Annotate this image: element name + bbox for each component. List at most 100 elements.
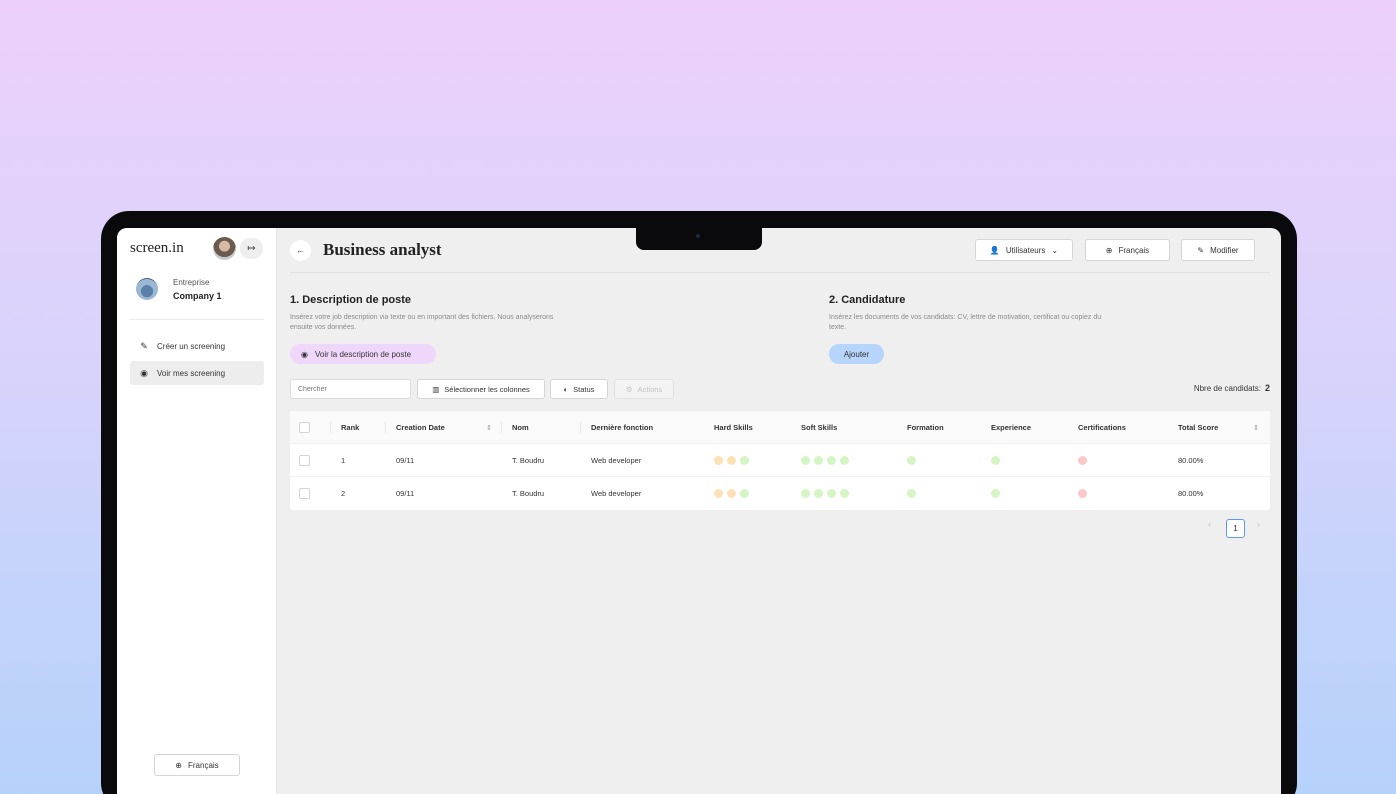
search-input[interactable] <box>290 379 411 399</box>
column-header-formation[interactable]: Formation <box>907 411 944 444</box>
section-description: Insérez les documents de vos candidats: … <box>829 313 1101 333</box>
eye-icon: ◉ <box>140 367 148 378</box>
sidebar-item-my-screenings[interactable]: ◉ Voir mes screening <box>130 361 264 385</box>
cell-total-score: 80.00% <box>1178 489 1204 498</box>
soft-skills-indicator <box>801 489 849 498</box>
back-button[interactable]: ← <box>290 240 311 261</box>
laptop-frame: screen.in ↦ Entreprise Company 1 ✎ Créer… <box>101 211 1297 794</box>
column-separator <box>580 422 581 433</box>
app-logo: screen.in <box>130 240 184 256</box>
column-header-total-score[interactable]: Total Score <box>1178 411 1218 444</box>
company-label: Entreprise <box>173 278 210 287</box>
sort-icon[interactable]: ⇕ <box>1253 411 1259 444</box>
cell-role: Web developer <box>591 489 642 498</box>
table-row[interactable]: 1 09/11 T. Boudru Web developer 80.00% <box>290 444 1270 477</box>
header-divider <box>290 272 1270 273</box>
button-label: Status <box>573 384 595 394</box>
pencil-icon: ✎ <box>1197 245 1205 255</box>
formation-indicator <box>907 489 916 498</box>
globe-icon: ⊕ <box>1105 245 1113 255</box>
section-title-applications: 2. Candidature <box>829 294 906 306</box>
cell-rank: 2 <box>341 489 346 498</box>
sidebar: screen.in ↦ Entreprise Company 1 ✎ Créer… <box>117 228 277 794</box>
desc-line: texte. <box>829 324 847 331</box>
desc-line: Insérez les documents de vos candidats: … <box>829 314 1102 321</box>
button-label: Voir la description de poste <box>314 349 412 359</box>
table-header-row: Rank Creation Date ⇕ Nom Dernière foncti… <box>290 411 1270 444</box>
count-value: 2 <box>1264 383 1270 393</box>
sidebar-item-create-screening[interactable]: ✎ Créer un screening <box>130 334 264 358</box>
count-label: Nbre de candidats: <box>1193 384 1261 393</box>
sort-icon[interactable]: ⇕ <box>486 411 492 444</box>
app-screen: screen.in ↦ Entreprise Company 1 ✎ Créer… <box>117 228 1281 794</box>
user-avatar[interactable] <box>213 237 236 260</box>
soft-skills-indicator <box>801 456 849 465</box>
users-dropdown[interactable]: 👤 Utilisateurs ⌄ <box>975 239 1073 261</box>
experience-indicator <box>991 456 1000 465</box>
column-header-experience[interactable]: Experience <box>991 411 1031 444</box>
page-title: Business analyst <box>323 240 442 259</box>
company-name: Company 1 <box>173 291 222 301</box>
row-checkbox[interactable] <box>299 488 310 499</box>
certifications-indicator <box>1078 489 1087 498</box>
cell-rank: 1 <box>341 456 346 465</box>
column-separator <box>385 422 386 433</box>
sidebar-language-button[interactable]: ⊕ Français <box>154 754 240 776</box>
globe-icon: ⊕ <box>175 760 182 770</box>
logout-icon[interactable]: ↦ <box>240 238 263 259</box>
hard-skills-indicator <box>714 456 749 465</box>
certifications-indicator <box>1078 456 1087 465</box>
column-separator <box>501 422 502 433</box>
cell-total-score: 80.00% <box>1178 456 1204 465</box>
view-job-description-button[interactable]: ◉ Voir la description de poste <box>290 344 436 364</box>
candidate-count: Nbre de candidats: 2 <box>1194 383 1270 393</box>
pagination-prev[interactable]: ‹ <box>1208 519 1211 529</box>
gear-icon: ⚙ <box>625 384 633 394</box>
edit-label: Modifier <box>1210 245 1239 255</box>
column-header-rank[interactable]: Rank <box>341 411 359 444</box>
status-button[interactable]: ◐ Status <box>550 379 608 399</box>
desc-line: ensuite vos données. <box>290 324 357 331</box>
select-all-checkbox[interactable] <box>299 422 310 433</box>
experience-indicator <box>991 489 1000 498</box>
cell-date: 09/11 <box>396 489 415 498</box>
column-header-soft-skills[interactable]: Soft Skills <box>801 411 837 444</box>
column-separator <box>330 422 331 433</box>
camera-icon <box>696 234 700 238</box>
row-checkbox[interactable] <box>299 455 310 466</box>
column-header-certifications[interactable]: Certifications <box>1078 411 1126 444</box>
arrow-left-icon: ← <box>296 245 305 255</box>
candidates-table: Rank Creation Date ⇕ Nom Dernière foncti… <box>290 411 1270 510</box>
sidebar-item-label: Créer un screening <box>157 341 226 351</box>
language-label: Français <box>188 760 219 770</box>
cell-name: T. Boudru <box>512 456 545 465</box>
cell-date: 09/11 <box>396 456 415 465</box>
add-candidate-button[interactable]: Ajouter <box>829 344 884 364</box>
language-button[interactable]: ⊕ Français <box>1085 239 1170 261</box>
formation-indicator <box>907 456 916 465</box>
company-avatar <box>136 278 158 300</box>
desc-line: Insérez votre job description via texte … <box>290 314 554 321</box>
toggle-icon: ◐ <box>563 384 569 394</box>
pagination-next[interactable]: › <box>1257 519 1260 529</box>
button-label: Actions <box>637 384 663 394</box>
camera-notch <box>636 228 762 250</box>
section-title-job-description: 1. Description de poste <box>290 294 412 306</box>
sidebar-item-label: Voir mes screening <box>157 368 226 378</box>
column-header-hard-skills[interactable]: Hard Skills <box>714 411 753 444</box>
pagination-page-1[interactable]: 1 <box>1226 519 1245 538</box>
select-columns-button[interactable]: ▥ Sélectionner les colonnes <box>417 379 545 399</box>
section-description: Insérez votre job description via texte … <box>290 313 553 333</box>
column-header-creation-date[interactable]: Creation Date <box>396 411 445 444</box>
edit-button[interactable]: ✎ Modifier <box>1181 239 1255 261</box>
column-header-nom[interactable]: Nom <box>512 411 529 444</box>
column-header-last-role[interactable]: Dernière fonction <box>591 411 653 444</box>
sidebar-divider <box>130 319 264 320</box>
button-label: Sélectionner les colonnes <box>444 384 530 394</box>
language-label: Français <box>1118 245 1150 255</box>
columns-icon: ▥ <box>432 384 440 394</box>
table-row[interactable]: 2 09/11 T. Boudru Web developer 80.00% <box>290 477 1270 510</box>
cell-role: Web developer <box>591 456 642 465</box>
actions-button[interactable]: ⚙ Actions <box>614 379 674 399</box>
user-icon: 👤 <box>989 245 1000 255</box>
